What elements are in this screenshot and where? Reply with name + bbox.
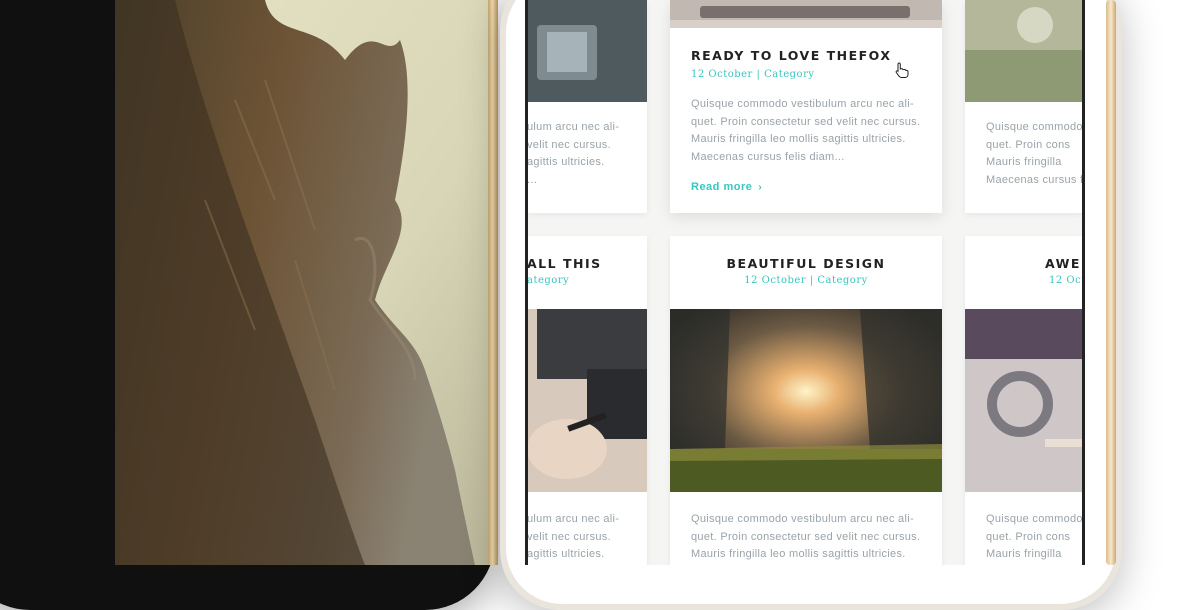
card-category-link[interactable]: Category [764, 69, 814, 80]
card-meta: 12 October | Category [670, 275, 942, 286]
card-date: 12 October [691, 69, 753, 80]
card-title[interactable]: ALL THIS [527, 256, 602, 271]
card-excerpt: ulum arcu nec ali- velit nec cursus. agi… [527, 121, 620, 186]
blog-card-middle-left[interactable]: ALL THIS ategory ulum arcu nec ali- veli… [527, 236, 647, 565]
card-excerpt: Quisque commodo quet. Proin cons Mauris … [986, 121, 1083, 186]
card-category-link[interactable]: Category [817, 275, 867, 286]
blog-card-top-right[interactable]: Quisque commodo quet. Proin cons Mauris … [965, 0, 1083, 213]
chevron-right-icon: › [758, 182, 763, 193]
left-phone-gold-edge [488, 0, 498, 565]
card-image [965, 0, 1083, 102]
card-title[interactable]: AWES [1045, 256, 1083, 271]
card-title[interactable]: READY TO LOVE THEFOX [691, 48, 891, 63]
read-more-link[interactable]: Read more › [691, 181, 762, 193]
hand-pointer-icon [895, 62, 909, 78]
card-title[interactable]: BEAUTIFUL DESIGN [670, 256, 942, 271]
left-phone-wallpaper [115, 0, 495, 565]
blog-grid-screen: ulum arcu nec ali- velit nec cursus. agi… [527, 0, 1083, 565]
blog-card-middle-right[interactable]: AWES 12 Octo Quisque commodo quet. Proin… [965, 236, 1083, 565]
card-image [527, 0, 647, 102]
card-image [965, 309, 1083, 492]
screen-bezel-right [1082, 0, 1085, 565]
card-date: 12 October [744, 275, 807, 286]
card-excerpt: Quisque commodo quet. Proin cons Mauris … [986, 513, 1083, 560]
card-excerpt: Quisque commodo vestibulum arcu nec ali-… [691, 98, 921, 163]
card-image [670, 309, 942, 492]
screen-bezel-left [525, 0, 528, 565]
card-meta: 12 October | Category [691, 69, 815, 80]
card-image [527, 309, 647, 492]
card-meta: ategory [527, 275, 570, 286]
card-excerpt: ulum arcu nec ali- velit nec cursus. agi… [527, 513, 620, 560]
card-excerpt: Quisque commodo vestibulum arcu nec ali-… [691, 513, 921, 560]
blog-card-featured[interactable]: READY TO LOVE THEFOX 12 October | Catego… [670, 0, 942, 213]
blog-card-top-left[interactable]: ulum arcu nec ali- velit nec cursus. agi… [527, 0, 647, 213]
right-phone-gold-edge [1106, 0, 1116, 565]
meta-separator: | [809, 275, 814, 286]
blog-card-beautiful-design[interactable]: BEAUTIFUL DESIGN 12 October | Category Q… [670, 236, 942, 565]
meta-separator: | [756, 69, 761, 80]
card-image [670, 0, 942, 28]
card-meta: 12 Octo [1049, 275, 1083, 286]
